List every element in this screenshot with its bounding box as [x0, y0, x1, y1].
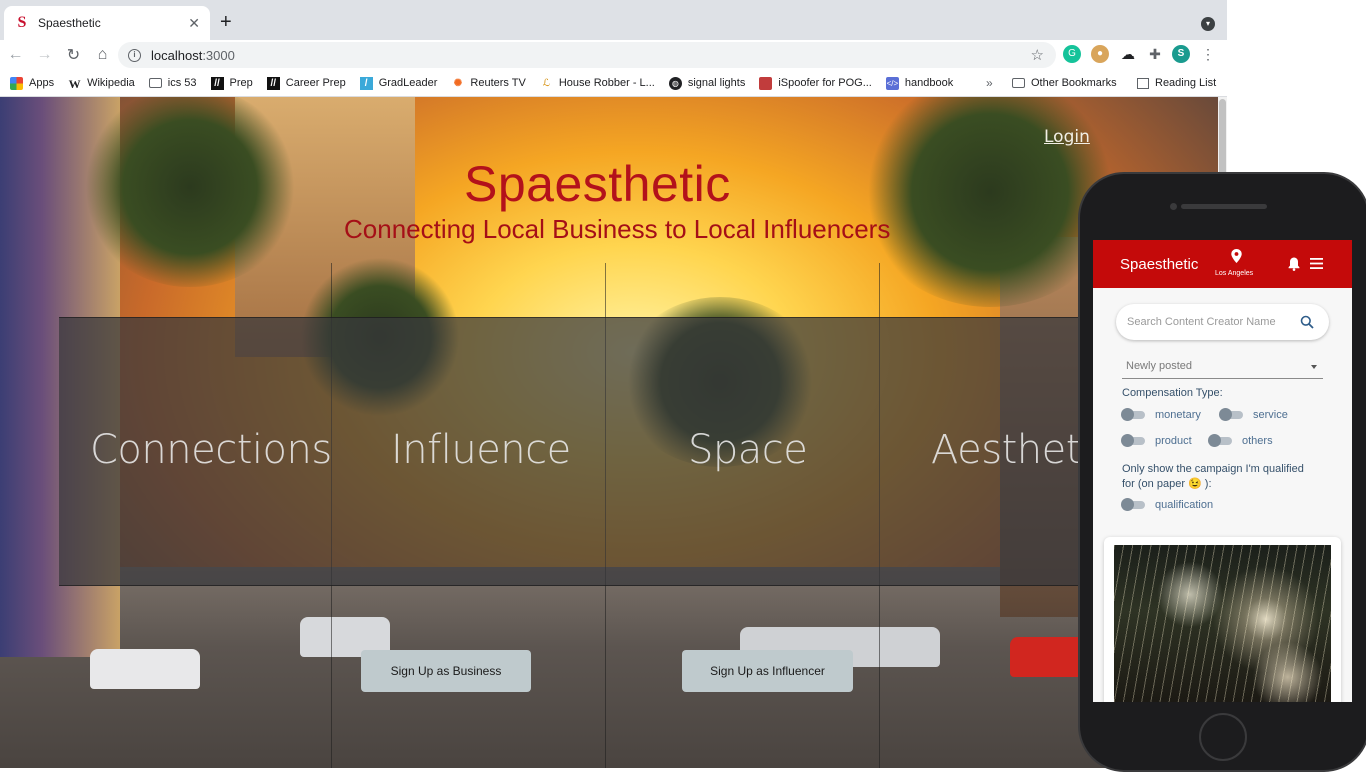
browser-window: S Spaesthetic ✕ + ▾ ← → ↻ ⌂ i localhost:… [0, 0, 1227, 768]
slash-icon: // [266, 76, 280, 90]
feature-word-connections: Connections [90, 427, 332, 473]
active-tab[interactable]: S Spaesthetic ✕ [4, 6, 210, 40]
spaesthetic-favicon-icon: S [17, 14, 27, 31]
toggle-monetary[interactable] [1121, 408, 1147, 421]
tab-strip: S Spaesthetic ✕ + ▾ [0, 0, 1227, 40]
reload-icon[interactable]: ↻ [60, 45, 87, 65]
gradleader-icon: / [359, 76, 373, 90]
bookmark-ispoofer[interactable]: iSpoofer for POG... [759, 76, 872, 90]
search-icon[interactable] [1300, 315, 1314, 329]
phone-camera [1170, 203, 1177, 210]
bookmark-house-robber[interactable]: ℒ House Robber - L... [540, 77, 655, 90]
cookie-extension-icon[interactable]: ● [1091, 45, 1109, 63]
sort-select-value: Newly posted [1126, 360, 1193, 372]
bell-icon[interactable] [1288, 257, 1300, 271]
profile-avatar[interactable]: S [1172, 45, 1190, 63]
mobile-app-title: Spaesthetic [1120, 256, 1199, 273]
feature-word-space: Space [688, 427, 808, 473]
wikipedia-w-icon: W [68, 76, 81, 91]
creator-search-input[interactable] [1127, 316, 1297, 328]
chevron-down-icon [1311, 365, 1317, 369]
campaign-image [1114, 545, 1331, 702]
toggle-service[interactable] [1219, 408, 1245, 421]
mobile-app-bar: Spaesthetic Los Angeles [1093, 240, 1352, 288]
landing-page: Login Spaesthetic Connecting Local Busin… [0, 97, 1218, 768]
new-tab-icon[interactable]: + [220, 12, 232, 32]
hamburger-menu-icon[interactable] [1310, 258, 1323, 269]
site-info-icon[interactable]: i [128, 48, 141, 62]
creator-search-box [1116, 304, 1329, 340]
campaign-card[interactable] [1104, 537, 1341, 702]
toggle-label-product: product [1155, 435, 1192, 447]
bookmark-handbook[interactable]: </> handbook [885, 76, 953, 90]
feature-word-influence: Influence [391, 427, 571, 473]
slash-icon: // [210, 76, 224, 90]
sort-select[interactable]: Newly posted [1122, 357, 1323, 379]
mobile-screen: Spaesthetic Los Angeles Newly posted Com… [1093, 240, 1352, 702]
toggle-others[interactable] [1208, 434, 1234, 447]
bookmark-gradleader[interactable]: / GradLeader [359, 76, 437, 90]
toggle-label-qualification: qualification [1155, 499, 1214, 511]
bookmarks-bar: Apps W Wikipedia ics 53 //Prep //Career P… [0, 70, 1227, 97]
other-bookmarks[interactable]: Other Bookmarks [1012, 77, 1117, 89]
location-pin-icon[interactable] [1231, 249, 1242, 263]
toggle-qualification[interactable] [1121, 498, 1147, 511]
bookmark-signal-lights[interactable]: ◍ signal lights [668, 76, 745, 90]
bookmark-career-prep[interactable]: //Career Prep [266, 76, 346, 90]
phone-speaker [1181, 204, 1267, 209]
signup-influencer-button[interactable]: Sign Up as Influencer [682, 650, 853, 692]
browser-menu-icon[interactable]: ⋮ [1199, 45, 1217, 63]
page-subtitle: Connecting Local Business to Local Influ… [344, 214, 891, 244]
back-arrow-icon[interactable]: ← [2, 46, 29, 64]
bookmark-apps[interactable]: Apps [10, 76, 54, 90]
signup-business-button[interactable]: Sign Up as Business [361, 650, 531, 692]
more-bookmarks-icon[interactable]: » [986, 76, 993, 90]
extensions-puzzle-icon[interactable]: ✚ [1146, 45, 1164, 63]
phone-home-button[interactable] [1199, 713, 1247, 761]
bookmark-prep[interactable]: //Prep [210, 76, 253, 90]
tab-title: Spaesthetic [38, 16, 101, 30]
toggle-label-others: others [1242, 435, 1273, 447]
bookmark-star-icon[interactable]: ☆ [1031, 46, 1044, 64]
address-bar[interactable]: i localhost:3000 ☆ [118, 42, 1056, 68]
folder-icon [1012, 78, 1025, 88]
login-link[interactable]: Login [1044, 127, 1090, 147]
compensation-type-label: Compensation Type: [1122, 387, 1223, 399]
street-car [90, 649, 200, 689]
bookmark-ics53[interactable]: ics 53 [148, 77, 197, 89]
close-tab-icon[interactable]: ✕ [188, 15, 200, 32]
toggle-product[interactable] [1121, 434, 1147, 447]
reuters-icon: ✺ [453, 77, 463, 89]
toggle-label-service: service [1253, 409, 1288, 421]
page-title: Spaesthetic [464, 156, 731, 212]
home-icon[interactable]: ⌂ [89, 46, 116, 64]
reading-list-icon [1137, 77, 1149, 89]
globe-icon: ◍ [668, 76, 682, 90]
ispoofer-icon [759, 76, 773, 90]
location-label: Los Angeles [1215, 270, 1254, 277]
handbook-icon: </> [885, 76, 899, 90]
toggle-label-monetary: monetary [1155, 409, 1201, 421]
forward-arrow-icon[interactable]: → [31, 46, 58, 64]
qualified-filter-label: Only show the campaign I'm qualified for… [1122, 463, 1304, 490]
leetcode-icon: ℒ [542, 77, 550, 89]
apps-grid-icon [10, 76, 23, 90]
grammarly-extension-icon[interactable]: G [1063, 45, 1081, 63]
cloud-extension-icon[interactable]: ☁ [1119, 45, 1137, 63]
reading-list[interactable]: Reading List [1137, 77, 1216, 89]
folder-icon [148, 78, 162, 88]
bookmark-wikipedia[interactable]: W Wikipedia [68, 76, 135, 91]
browser-toolbar: ← → ↻ ⌂ i localhost:3000 ☆ G ● ☁ ✚ S ⋮ [0, 40, 1227, 70]
bookmark-reuters-tv[interactable]: ✺ Reuters TV [451, 77, 526, 90]
tab-search-icon[interactable]: ▾ [1201, 17, 1215, 31]
url-text: localhost:3000 [151, 47, 235, 63]
